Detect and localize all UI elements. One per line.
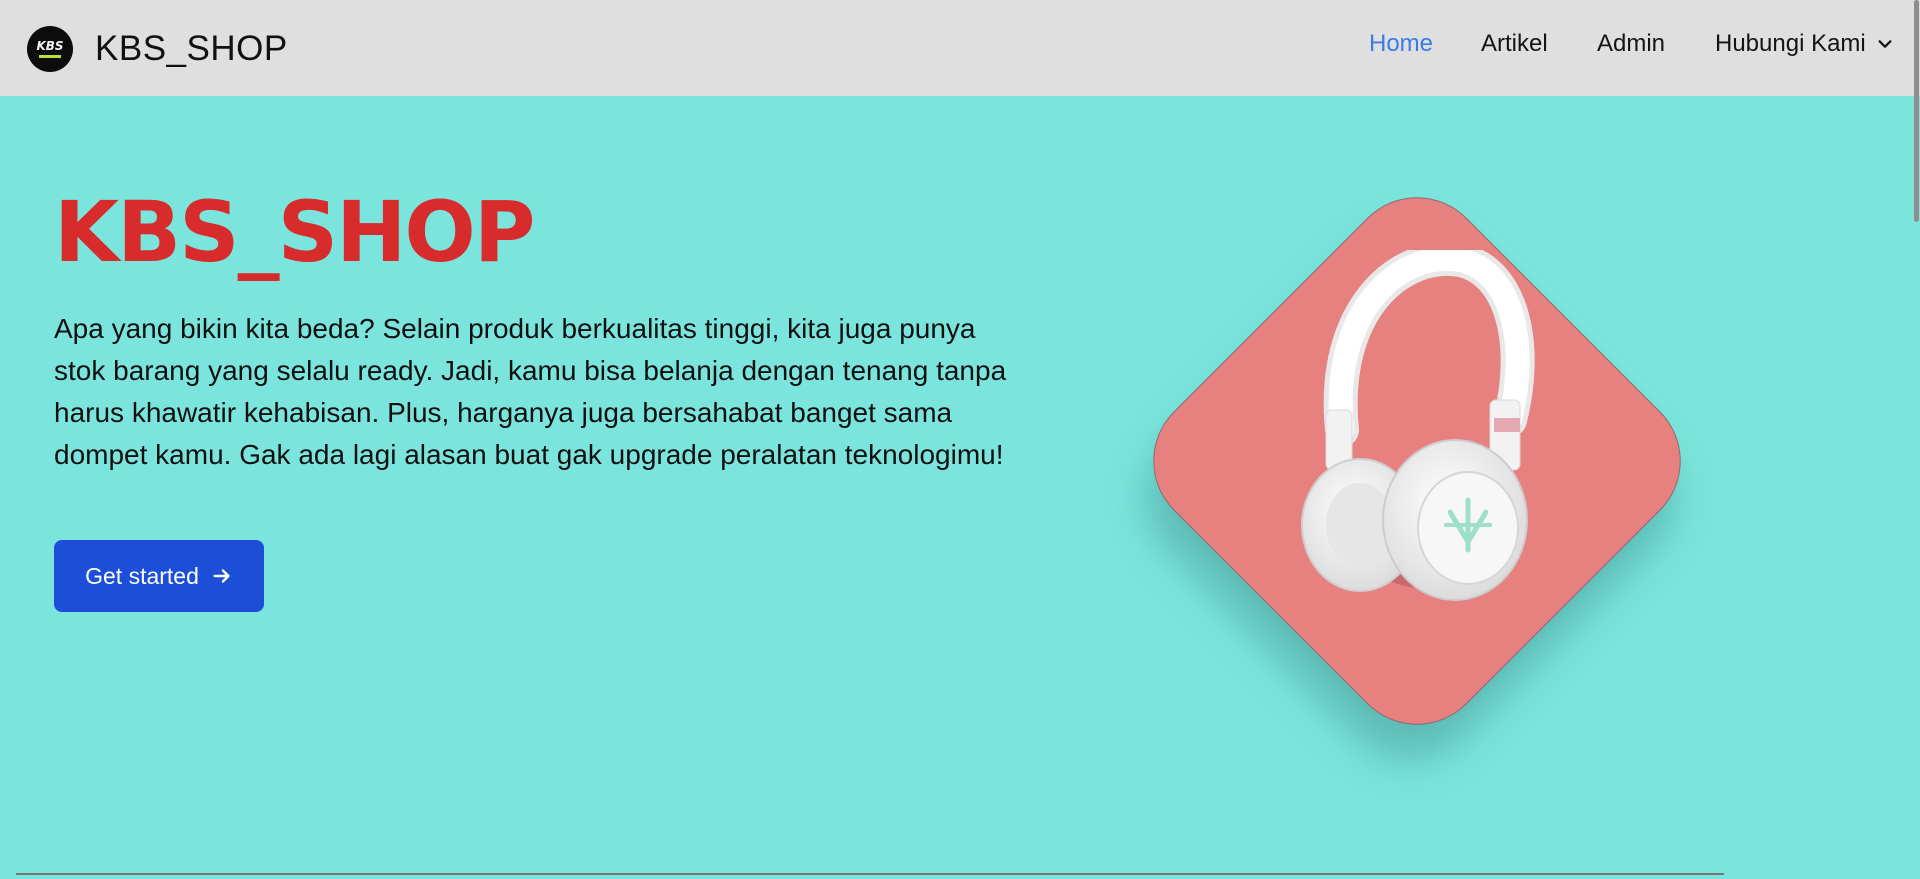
arrow-right-icon (213, 569, 230, 583)
get-started-label: Get started (85, 562, 199, 589)
brand[interactable]: KBS KBS_SHOP (27, 24, 288, 74)
hero-title: KBS_SHOP (54, 183, 535, 281)
logo[interactable]: KBS (27, 26, 73, 72)
scrollbar[interactable] (1911, 0, 1920, 879)
logo-underline (39, 55, 61, 58)
logo-text: KBS (36, 39, 64, 53)
brand-name[interactable]: KBS_SHOP (95, 29, 288, 69)
chevron-down-icon (1878, 40, 1892, 48)
hero-visual (1120, 168, 1720, 760)
nav-link-home[interactable]: Home (1369, 30, 1433, 58)
headphones-product-image (1301, 250, 1535, 601)
nav-link-admin[interactable]: Admin (1597, 30, 1665, 58)
nav-dropdown-hubungi-kami[interactable]: Hubungi Kami (1715, 30, 1894, 58)
get-started-button[interactable]: Get started (54, 540, 264, 612)
section-divider (16, 873, 1724, 875)
nav-dropdown-label: Hubungi Kami (1715, 30, 1866, 57)
hero-description: Apa yang bikin kita beda? Selain produk … (54, 313, 1007, 470)
scrollbar-thumb[interactable] (1914, 0, 1919, 222)
nav-link-artikel[interactable]: Artikel (1481, 30, 1548, 58)
navbar: KBS KBS_SHOP Home Artikel Admin Hubungi … (0, 0, 1920, 96)
